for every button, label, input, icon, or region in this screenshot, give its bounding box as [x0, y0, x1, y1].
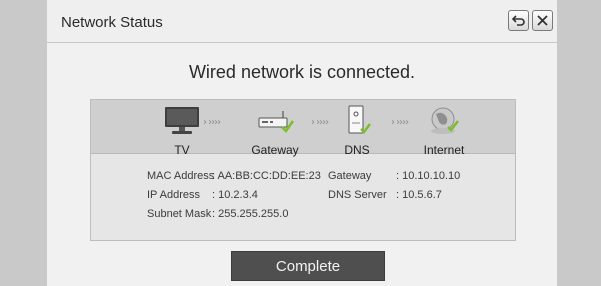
- dns-server-icon: [348, 105, 371, 134]
- network-info-panel: TV › ›››› Gateway › ›››› DNS › ›››› Inte…: [90, 99, 516, 241]
- dns-server-value: : 10.5.6.7: [396, 189, 442, 201]
- background-left-stripe: [0, 0, 47, 286]
- dialog-title: Network Status: [61, 14, 163, 31]
- gateway-label: Gateway: [251, 143, 299, 157]
- mac-address-value: : AA:BB:CC:DD:EE:23: [212, 170, 321, 182]
- tv-icon: [165, 107, 199, 134]
- dns-server-label: DNS Server: [328, 189, 387, 201]
- close-icon: [537, 15, 548, 26]
- complete-button[interactable]: Complete: [231, 251, 385, 281]
- ip-address-label: IP Address: [147, 189, 200, 201]
- subnet-mask-label: Subnet Mask: [147, 208, 212, 220]
- return-button[interactable]: [508, 10, 529, 31]
- dns-node: DNS: [322, 105, 392, 157]
- internet-label: Internet: [423, 143, 465, 157]
- background-right-stripe: [557, 0, 601, 286]
- gateway-node: Gateway: [240, 105, 310, 157]
- mac-address-label: MAC Address: [147, 170, 215, 182]
- tv-label: TV: [174, 143, 190, 157]
- dialog-titlebar: Network Status: [47, 0, 557, 43]
- network-status-dialog: Network Status Wired network is connecte…: [47, 0, 557, 286]
- connection-status-message: Wired network is connected.: [188, 62, 416, 82]
- connection-path: TV › ›››› Gateway › ›››› DNS › ›››› Inte…: [91, 100, 515, 157]
- return-icon: [512, 15, 525, 26]
- connector-arrow: › ››››: [391, 117, 409, 128]
- gateway-info-value: : 10.10.10.10: [396, 170, 461, 182]
- connector-arrow: › ››››: [203, 117, 221, 128]
- subnet-mask-value: : 255.255.255.0: [212, 208, 289, 220]
- ip-address-value: : 10.2.3.4: [212, 189, 258, 201]
- internet-node: Internet: [409, 105, 479, 157]
- close-button[interactable]: [532, 10, 553, 31]
- gateway-icon: [258, 111, 295, 133]
- globe-icon: [431, 107, 459, 134]
- dns-label: DNS: [344, 143, 370, 157]
- gateway-info-label: Gateway: [328, 170, 372, 182]
